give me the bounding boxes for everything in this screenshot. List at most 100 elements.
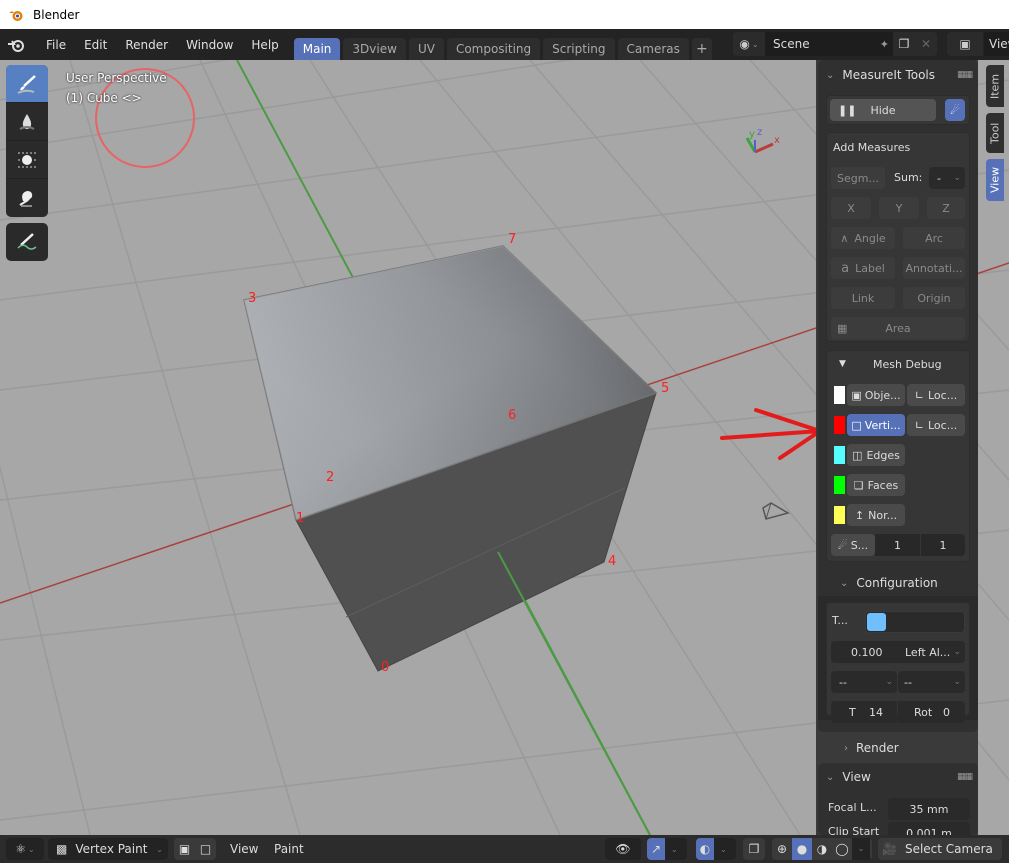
vertex-loc-toggle[interactable]: ∟ Loc...	[907, 414, 965, 436]
label-button[interactable]: a Label	[831, 257, 895, 279]
delete-scene-button[interactable]: ✕	[915, 32, 937, 56]
vertex-icon: □	[851, 418, 862, 432]
tab-cameras[interactable]: Cameras	[617, 38, 689, 60]
ghost-toggle-button[interactable]: ☄	[945, 99, 965, 121]
rendered-shading-icon[interactable]: ◯	[832, 842, 852, 856]
x-button[interactable]: X	[831, 197, 871, 219]
normals-debug-toggle[interactable]: ↥ Nor...	[847, 504, 905, 526]
edges-debug-toggle[interactable]: ◫ Edges	[847, 444, 905, 466]
gizmo-toggle[interactable]: ↗ ⌄	[647, 838, 687, 860]
tab-item[interactable]: Item	[986, 65, 1004, 107]
object-color-swatch[interactable]	[834, 386, 845, 404]
tab-compositing[interactable]: Compositing	[446, 38, 541, 60]
tab-view[interactable]: View	[986, 159, 1004, 201]
link-button[interactable]: Link	[831, 287, 895, 309]
area-button[interactable]: ▦ Area	[831, 317, 965, 339]
normals-color-swatch[interactable]	[834, 506, 845, 524]
rotation-field[interactable]: Rot 0	[898, 701, 965, 723]
chevron-down-icon: ⌄	[28, 844, 35, 854]
material-shading-icon[interactable]: ◑	[812, 842, 832, 856]
render-header[interactable]: › Render	[836, 735, 976, 761]
text-size-field[interactable]: T 14	[831, 701, 897, 723]
new-scene-button[interactable]: ❐	[893, 32, 915, 56]
focal-length-field[interactable]: 35 mm	[888, 798, 970, 820]
face-mask-icon[interactable]: ▣	[179, 842, 190, 856]
add-measures-box: Add Measures Segm... Sum: - ⌄ X Y Z ∧ Ang…	[826, 132, 970, 342]
tool-smear[interactable]	[6, 179, 48, 217]
debug-value-1[interactable]: 1	[875, 534, 920, 556]
tool-average[interactable]	[6, 141, 48, 179]
vertex-mask-icon[interactable]: □	[200, 842, 211, 856]
segment-button[interactable]: Segm...	[831, 167, 885, 189]
select-camera-button[interactable]: 🎥 Select Camera	[878, 838, 1002, 860]
menu-file[interactable]: File	[37, 38, 75, 52]
vertex-color-swatch[interactable]	[834, 416, 845, 434]
font-size-value[interactable]: 0.100	[851, 646, 883, 659]
menu-help[interactable]: Help	[242, 38, 287, 52]
xray-toggle[interactable]: ❐	[743, 838, 765, 860]
drag-grip-icon[interactable]: ▦▦	[957, 70, 973, 80]
faces-color-swatch[interactable]	[834, 476, 845, 494]
z-button[interactable]: Z	[927, 197, 965, 219]
camera-icon: 🎥	[882, 842, 897, 856]
view-layer-browse-button[interactable]: ▣	[947, 32, 983, 56]
add-workspace-button[interactable]: +	[691, 38, 712, 60]
sidebar-tabs: Item Tool View	[986, 65, 1006, 207]
drag-grip-icon[interactable]: ▦▦	[957, 772, 973, 782]
text-color-swatch	[867, 613, 886, 631]
annotation-button[interactable]: Annotati...	[903, 257, 965, 279]
hide-button[interactable]: ❚❚ Hide	[830, 99, 936, 121]
visibility-button[interactable]: 👁	[605, 838, 641, 860]
text-color-field[interactable]	[865, 611, 965, 633]
menu-render[interactable]: Render	[116, 38, 177, 52]
menu-paint[interactable]: Paint	[274, 838, 304, 860]
menu-window[interactable]: Window	[177, 38, 242, 52]
origin-button[interactable]: Origin	[903, 287, 965, 309]
mode-dropdown[interactable]: ▩ Vertex Paint ⌄	[48, 838, 168, 860]
configuration-header[interactable]: ⌄ Configuration	[832, 570, 972, 596]
chevron-down-icon: ⌄	[953, 647, 961, 657]
pin-icon[interactable]: ✦	[880, 38, 889, 51]
vertex-debug-toggle[interactable]: □ Verti...	[847, 414, 905, 436]
view-panel-header[interactable]: ⌄ View ▦▦	[818, 764, 978, 790]
sum-dropdown[interactable]: - ⌄	[929, 167, 965, 189]
chevron-down-icon: ⌄	[751, 39, 759, 49]
scene-browse-button[interactable]: ◉ ⌄	[733, 32, 765, 56]
arc-button[interactable]: Arc	[903, 227, 965, 249]
debug-settings-button[interactable]: ☄ S...	[831, 534, 875, 556]
angle-button[interactable]: ∧ Angle	[831, 227, 895, 249]
object-loc-toggle[interactable]: ∟ Loc...	[907, 384, 965, 406]
tool-draw[interactable]	[6, 65, 48, 103]
scene-name-input[interactable]: Scene ✦	[765, 32, 893, 56]
overlay-toggle[interactable]: ◐ ⌄	[696, 838, 736, 860]
tool-annotate[interactable]	[6, 223, 48, 261]
tool-blur[interactable]	[6, 103, 48, 141]
dropdown-1[interactable]: -- ⌄	[831, 671, 897, 693]
wireframe-shading-icon[interactable]: ⊕	[772, 842, 792, 856]
debug-value-2[interactable]: 1	[921, 534, 965, 556]
measureit-header[interactable]: ⌄ MeasureIt Tools ▦▦	[818, 62, 978, 88]
menu-view[interactable]: View	[230, 838, 258, 860]
object-debug-toggle[interactable]: ▣ Obje...	[847, 384, 905, 406]
tab-main[interactable]: Main	[293, 38, 341, 60]
chevron-down-icon[interactable]: ⌄	[852, 838, 870, 860]
measureit-tools-panel: ⌄ MeasureIt Tools ▦▦ ❚❚ Hide ☄ Add Measu…	[818, 60, 978, 755]
overlay-icon: ◐	[696, 838, 714, 860]
configuration-box: T... 0.100 Left Al... ⌄ -- ⌄ -- ⌄ T 14 R…	[826, 602, 970, 723]
blender-menu-icon[interactable]	[7, 37, 29, 53]
y-button[interactable]: Y	[879, 197, 919, 219]
align-dropdown[interactable]: Left Al...	[905, 646, 950, 659]
menu-edit[interactable]: Edit	[75, 38, 116, 52]
solid-shading-icon[interactable]: ●	[792, 838, 812, 860]
edges-color-swatch[interactable]	[834, 446, 845, 464]
vertex-index-1: 1	[296, 511, 305, 526]
triangle-down-icon[interactable]: ▼	[839, 359, 846, 369]
tab-scripting[interactable]: Scripting	[543, 38, 615, 60]
view-layer-input[interactable]: View	[984, 32, 1009, 56]
dropdown-2[interactable]: -- ⌄	[898, 671, 965, 693]
tab-uv[interactable]: UV	[408, 38, 444, 60]
faces-debug-toggle[interactable]: ❏ Faces	[847, 474, 905, 496]
tab-3dview[interactable]: 3Dview	[343, 38, 406, 60]
editor-type-button[interactable]: ⚛ ⌄	[6, 838, 44, 860]
tab-tool[interactable]: Tool	[986, 113, 1004, 153]
